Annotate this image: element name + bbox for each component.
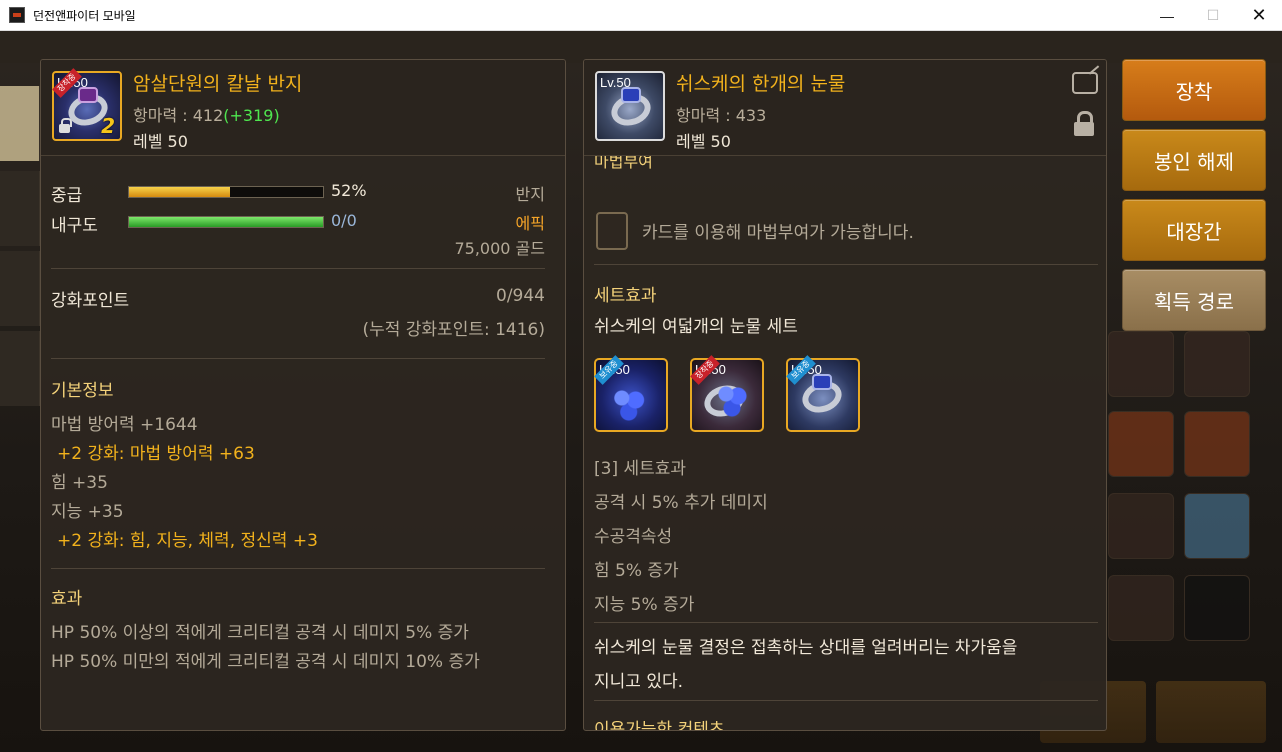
- item-stat: 항마력 : 412(+319): [133, 102, 280, 126]
- lock-icon[interactable]: [1074, 111, 1094, 136]
- enhance-badge: 2: [101, 114, 115, 138]
- background-inventory-slot: [1108, 331, 1174, 397]
- window-titlebar: 던전앤파이터 모바일 — ☐ ✕: [0, 0, 1282, 31]
- item-price: 75,000 골드: [454, 239, 545, 258]
- close-button[interactable]: ✕: [1236, 0, 1282, 31]
- obtain-route-button[interactable]: 획득 경로: [1122, 269, 1266, 331]
- set-item-icon[interactable]: Lv.50 보유중: [786, 355, 860, 432]
- background-tab: [0, 251, 40, 326]
- grade-value: 52%: [331, 181, 367, 200]
- background-inventory-slot: [1184, 575, 1250, 641]
- equip-button[interactable]: 장착: [1122, 59, 1266, 121]
- set-effect-line: 힘 5% 증가: [594, 561, 679, 581]
- item-stat: 항마력 : 433: [676, 106, 767, 125]
- set-effect-title: 세트효과: [594, 286, 657, 306]
- app-icon: [9, 7, 25, 23]
- basic-info-line: 힘 +35: [51, 473, 108, 493]
- grade-bar-fill: [129, 187, 230, 197]
- effect-line: HP 50% 미만의 적에게 크리티컬 공격 시 데미지 10% 증가: [51, 652, 480, 672]
- lock-icon: [59, 118, 72, 133]
- set-effect-line: 수공격속성: [594, 527, 673, 547]
- background-tab-active: [0, 86, 40, 161]
- background-inventory-slot: [1184, 411, 1250, 477]
- basic-info-line: 마법 방어력 +1644: [51, 415, 198, 435]
- stat-bonus: (+319): [223, 106, 280, 125]
- set-effect-line: 공격 시 5% 추가 데미지: [594, 493, 768, 513]
- flavor-text-line: 지니고 있다.: [594, 672, 684, 692]
- enhance-points-label: 강화포인트: [51, 291, 130, 311]
- item-name: 쉬스케의 한개의 눈물: [676, 73, 846, 95]
- set-name: 쉬스케의 여덟개의 눈물 세트: [594, 317, 798, 337]
- set-item-icon[interactable]: Lv.50 보유중: [594, 355, 668, 432]
- flavor-text-line: 쉬스케의 눈물 결정은 접촉하는 상대를 얼려버리는 차가움을: [594, 638, 1018, 658]
- background-tab: [0, 331, 40, 406]
- compare-item-tooltip: 마법부여 Lv.50 쉬스케의 한개의 눈물 항마력 : 433 레벨 50 카…: [583, 59, 1107, 731]
- background-inventory-slot: [1108, 411, 1174, 477]
- divider: [51, 358, 545, 359]
- item-name: 암살단원의 칼날 반지: [133, 73, 303, 95]
- grade-label: 중급: [51, 186, 83, 206]
- durability-label: 내구도: [51, 216, 98, 236]
- pearl-necklace-icon: [608, 382, 654, 422]
- durability-bar-fill: [129, 217, 323, 227]
- maximize-button[interactable]: ☐: [1190, 0, 1236, 31]
- equipped-item-tooltip: Lv.50 장착중 2 암살단원의 칼날 반지 항마력 : 412(+319) …: [40, 59, 566, 731]
- divider: [594, 622, 1098, 623]
- pearl-icon: [714, 378, 754, 418]
- basic-info-line: 지능 +35: [51, 502, 124, 522]
- set-effect-line: 지능 5% 증가: [594, 595, 695, 615]
- background-inventory-slot: [1184, 493, 1250, 559]
- set-item-icon[interactable]: Lv.50 장착중: [690, 355, 764, 432]
- window-title: 던전앤파이터 모바일: [33, 8, 136, 23]
- divider: [594, 264, 1098, 265]
- item-level: 레벨 50: [133, 132, 188, 151]
- durability-bar: [128, 216, 324, 228]
- enhance-points-total: (누적 강화포인트: 1416): [362, 320, 545, 340]
- grade-bar: [128, 186, 324, 198]
- basic-info-enhance-line: +2 강화: 힘, 지능, 체력, 정신력 +3: [57, 531, 318, 551]
- item-level: 레벨 50: [676, 132, 731, 151]
- divider: [51, 568, 545, 569]
- share-icon[interactable]: [1072, 72, 1098, 94]
- background-tab: [0, 171, 40, 246]
- durability-value: 0/0: [331, 211, 357, 230]
- item-icon[interactable]: Lv.50 장착중 2: [52, 68, 122, 141]
- divider: [594, 700, 1098, 701]
- blacksmith-button[interactable]: 대장간: [1122, 199, 1266, 261]
- enchant-description: 카드를 이용해 마법부여가 가능합니다.: [642, 223, 914, 243]
- stat-label: 항마력 : 412: [133, 106, 224, 125]
- basic-info-title: 기본정보: [51, 381, 114, 401]
- enhance-points-value: 0/944: [496, 286, 545, 306]
- divider: [51, 268, 545, 269]
- item-header: Lv.50 장착중 2 암살단원의 칼날 반지 항마력 : 412(+319) …: [41, 60, 565, 156]
- effect-title: 효과: [51, 589, 83, 609]
- item-header: Lv.50 쉬스케의 한개의 눈물 항마력 : 433 레벨 50: [584, 60, 1106, 156]
- item-rarity: 에픽: [515, 214, 545, 233]
- level-tag: Lv.50: [600, 75, 631, 90]
- game-viewport: Lv.50 장착중 2 암살단원의 칼날 반지 항마력 : 412(+319) …: [0, 31, 1282, 752]
- background-inventory-slot: [1108, 493, 1174, 559]
- background-inventory-slot: [1184, 331, 1250, 397]
- effect-line: HP 50% 이상의 적에게 크리티컬 공격 시 데미지 5% 증가: [51, 623, 469, 643]
- item-type: 반지: [515, 185, 545, 204]
- background-bottom-button: [1156, 681, 1266, 743]
- enchant-card-slot[interactable]: [596, 212, 628, 250]
- minimize-button[interactable]: —: [1144, 0, 1190, 31]
- background-inventory-slot: [1108, 575, 1174, 641]
- available-contents-title: 이용가능한 컨텐츠: [594, 720, 725, 731]
- unseal-button[interactable]: 봉인 해제: [1122, 129, 1266, 191]
- basic-info-enhance-line: +2 강화: 마법 방어력 +63: [57, 444, 255, 464]
- item-icon[interactable]: Lv.50: [595, 71, 665, 141]
- set-effect-header: [3] 세트효과: [594, 459, 687, 479]
